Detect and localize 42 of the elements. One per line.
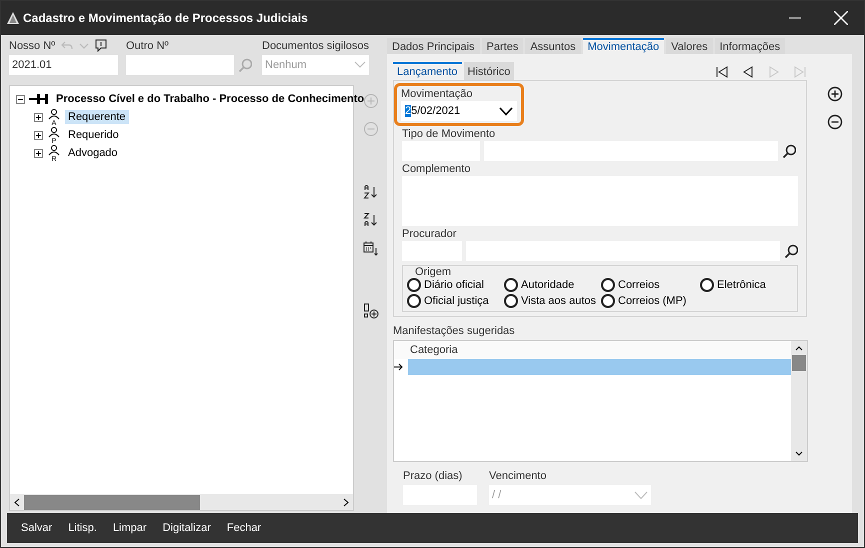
field-label: Movimentação [401, 86, 474, 101]
field-label: Prazo (dias) [403, 468, 464, 483]
footer-button[interactable]: Fechar [226, 520, 262, 536]
tree-item[interactable]: Processo Cível e do Trabalho - Processo de Conhecimento [53, 92, 368, 106]
field-label: Outro Nº [126, 38, 170, 53]
window-title: Cadastro e Movimentação de Processos Judiciais [23, 11, 309, 25]
radio-option[interactable]: Diário oficial [407, 278, 504, 292]
column-header[interactable]: Categoria [394, 341, 791, 359]
field-label: Nosso Nº [9, 40, 56, 52]
date-field[interactable]: 25/02/2021 [401, 101, 517, 121]
footer-button[interactable]: Digitalizar [162, 520, 211, 536]
tab[interactable]: Lançamento [393, 62, 462, 80]
footer-button[interactable]: Limpar [112, 520, 147, 536]
tab[interactable]: Valores [666, 38, 713, 54]
field-label: Procurador [402, 226, 458, 241]
radio-option[interactable]: Oficial justiça [407, 294, 504, 308]
radio-option[interactable]: Vista aos autos [504, 294, 601, 308]
date-value: 25/02/2021 [405, 105, 460, 117]
group-title: Origem [414, 266, 452, 278]
dropdown-value: Nenhum [265, 59, 307, 71]
field-label: Documentos sigilosos [262, 38, 369, 53]
tab[interactable]: Assuntos [525, 38, 581, 54]
radio-option[interactable]: Correios (MP) [601, 294, 700, 308]
footer-button[interactable]: Litisp. [68, 520, 97, 536]
radio-option[interactable]: Eletrônica [700, 278, 797, 292]
field-label: Complemento [402, 162, 472, 176]
field-placeholder: / / [492, 489, 502, 501]
field-label: Manifestações sugeridas [393, 324, 516, 338]
tab[interactable]: Partes [482, 38, 524, 54]
field-label: Vencimento [489, 468, 548, 483]
field-label: Tipo de Movimento [402, 126, 496, 141]
tab[interactable]: Histórico [464, 62, 514, 80]
tab[interactable]: Dados Principais [387, 38, 480, 54]
tree-item[interactable]: Requerente [65, 110, 128, 124]
tab[interactable]: Informações [714, 38, 786, 54]
tree-item[interactable]: Requerido [65, 128, 122, 142]
tab[interactable]: Movimentação [582, 38, 664, 54]
radio-option[interactable]: Autoridade [504, 278, 601, 292]
radio-option[interactable]: Correios [601, 278, 700, 292]
number-field[interactable]: 2021.01 [9, 55, 118, 75]
footer-button[interactable]: Salvar [21, 520, 52, 536]
tree-item[interactable]: Advogado [65, 146, 121, 160]
